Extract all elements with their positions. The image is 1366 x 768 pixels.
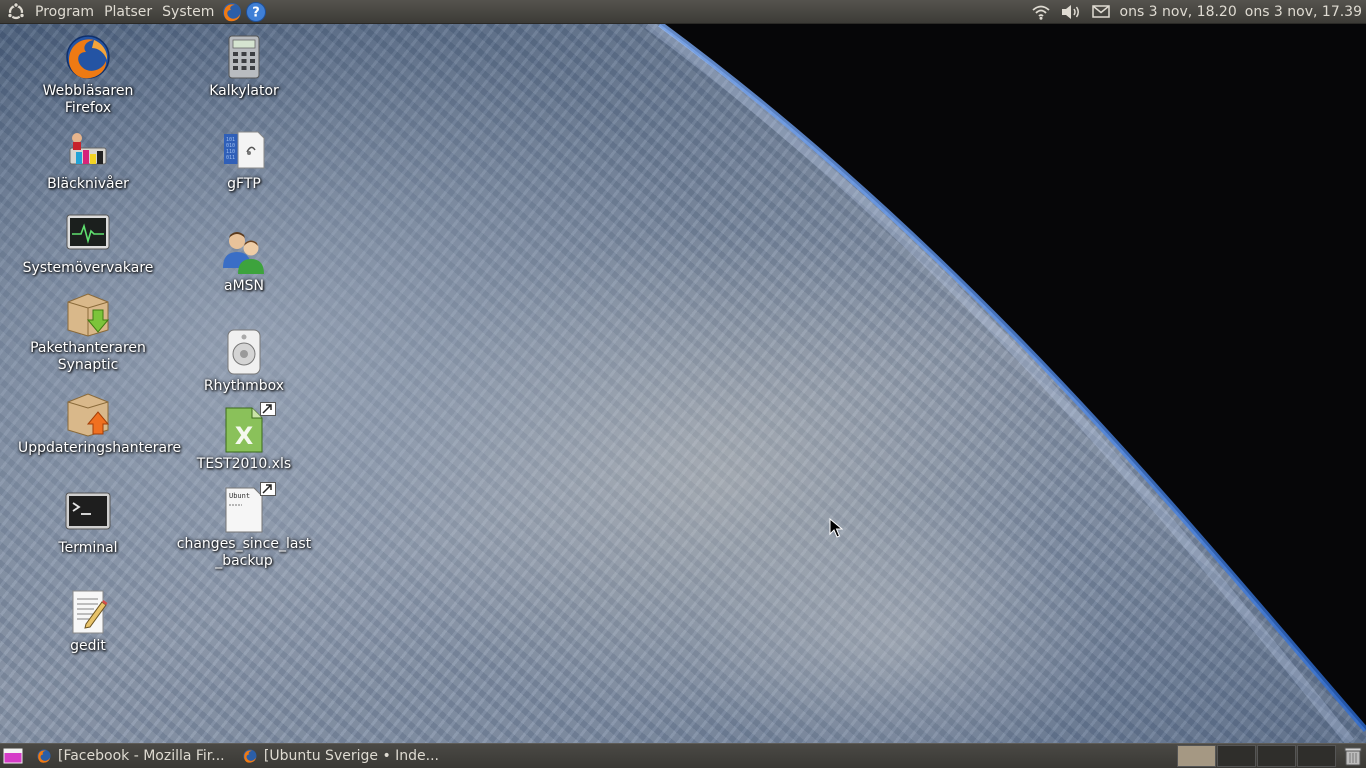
- clock-applet[interactable]: ons 3 nov, 18.20: [1116, 4, 1241, 20]
- top-panel: Program Platser System ? ons 3 nov, 18.2…: [0, 0, 1366, 24]
- wifi-icon[interactable]: [1030, 2, 1052, 22]
- trash-icon[interactable]: [1342, 745, 1364, 767]
- mouse-cursor-icon: [829, 518, 843, 538]
- desktop-icon-label: Terminal: [58, 540, 118, 556]
- taskbar-item-facebook[interactable]: [Facebook - Mozilla Fir...: [32, 745, 232, 767]
- desktop-icon-label: aMSN: [223, 278, 265, 294]
- desktop-icon-label: Uppdateringshanterare: [18, 440, 182, 456]
- desktop-icon-gftp[interactable]: 101 010 110 011 gFTP: [174, 126, 314, 193]
- show-desktop-icon: [3, 748, 23, 764]
- terminal-icon: [65, 492, 111, 530]
- desktop-icon-rhythmbox[interactable]: Rhythmbox: [174, 328, 314, 395]
- system-monitor-icon: [66, 214, 110, 250]
- desktop-icon-kalkylator[interactable]: Kalkylator: [174, 33, 314, 100]
- desktop-icon-amsn[interactable]: aMSN: [174, 228, 314, 295]
- svg-text:011: 011: [226, 155, 235, 161]
- text-editor-icon: [72, 590, 108, 634]
- update-manager-icon: [67, 393, 110, 437]
- file-thumbnail-text: Ubunt: [229, 492, 250, 500]
- firefox-launcher-icon[interactable]: [221, 1, 243, 23]
- desktop-icon-systemovervakare[interactable]: Systemövervakare: [18, 210, 158, 277]
- notification-area: ons 3 nov, 18.20 ons 3 nov, 17.39: [1026, 0, 1366, 24]
- workspace-2[interactable]: [1217, 745, 1256, 767]
- help-launcher-icon[interactable]: ?: [245, 1, 267, 23]
- desktop-icon-label: gedit: [70, 638, 106, 654]
- desktop-icon-blacknivaer[interactable]: Bläcknivåer: [18, 126, 158, 193]
- workspace-switcher: [1176, 745, 1336, 767]
- symlink-arrow-icon: [260, 482, 276, 496]
- menu-system[interactable]: System: [157, 0, 219, 24]
- rhythmbox-speaker-icon: [227, 329, 261, 375]
- volume-icon[interactable]: [1060, 2, 1082, 22]
- desktop-icon-gedit[interactable]: gedit: [18, 588, 158, 655]
- desktop-icon-label: Webbläsaren Firefox: [42, 83, 134, 116]
- bottom-panel: [Facebook - Mozilla Fir... [Ubuntu Sveri…: [0, 743, 1366, 768]
- svg-text:?: ?: [253, 5, 261, 20]
- main-menu-bar: Program Platser System ?: [0, 0, 267, 24]
- symlink-arrow-icon: [260, 402, 276, 416]
- workspace-3[interactable]: [1257, 745, 1296, 767]
- firefox-icon: [37, 749, 51, 763]
- desktop-icon-terminal[interactable]: Terminal: [18, 490, 158, 557]
- desktop-icon-label: gFTP: [227, 176, 261, 192]
- package-install-icon: [67, 293, 110, 337]
- svg-text:X: X: [235, 422, 254, 450]
- amsn-buddies-icon: [223, 232, 264, 274]
- desktop-icon-label: Rhythmbox: [203, 378, 285, 394]
- firefox-icon: [243, 749, 257, 763]
- ubuntu-logo-icon[interactable]: [6, 1, 26, 22]
- show-desktop-button[interactable]: [0, 744, 26, 768]
- desktop-icon-test2010-xls[interactable]: X TEST2010.xls: [174, 402, 314, 473]
- desktop-icon-changes-since-last-backup[interactable]: Ubunt changes_since_last_backup: [174, 482, 314, 570]
- desktop-icon-label: Bläcknivåer: [47, 176, 129, 192]
- printer-ink-icon: [69, 133, 107, 165]
- desktop-icon-firefox[interactable]: Webbläsaren Firefox: [18, 33, 158, 117]
- clock-applet-secondary[interactable]: ons 3 nov, 17.39: [1241, 4, 1366, 20]
- workspace-4[interactable]: [1297, 745, 1336, 767]
- desktop-icon-label: Systemövervakare: [22, 260, 154, 276]
- taskbar-item-label: [Ubuntu Sverige • Inde...: [263, 748, 438, 764]
- taskbar-item-label: [Facebook - Mozilla Fir...: [58, 748, 225, 764]
- desktop-icon-label: changes_since_last_backup: [176, 536, 312, 569]
- taskbar-item-ubuntu-sverige[interactable]: [Ubuntu Sverige • Inde...: [238, 745, 438, 767]
- desktop-icon-label: Kalkylator: [209, 83, 279, 99]
- workspace-1[interactable]: [1177, 745, 1216, 767]
- desktop-icon-synaptic[interactable]: Pakethanteraren Synaptic: [18, 290, 158, 374]
- desktop-icon-label: TEST2010.xls: [196, 456, 292, 472]
- desktop-icon-uppdateringshanterare[interactable]: Uppdateringshanterare: [18, 390, 182, 457]
- gftp-icon: 101010110011: [224, 131, 265, 169]
- menu-program[interactable]: Program: [30, 0, 99, 24]
- firefox-icon: [66, 35, 110, 79]
- menu-platser[interactable]: Platser: [99, 0, 157, 24]
- calculator-icon: [228, 35, 260, 79]
- desktop-icon-label: Pakethanteraren Synaptic: [30, 340, 146, 373]
- mail-icon[interactable]: [1090, 2, 1112, 22]
